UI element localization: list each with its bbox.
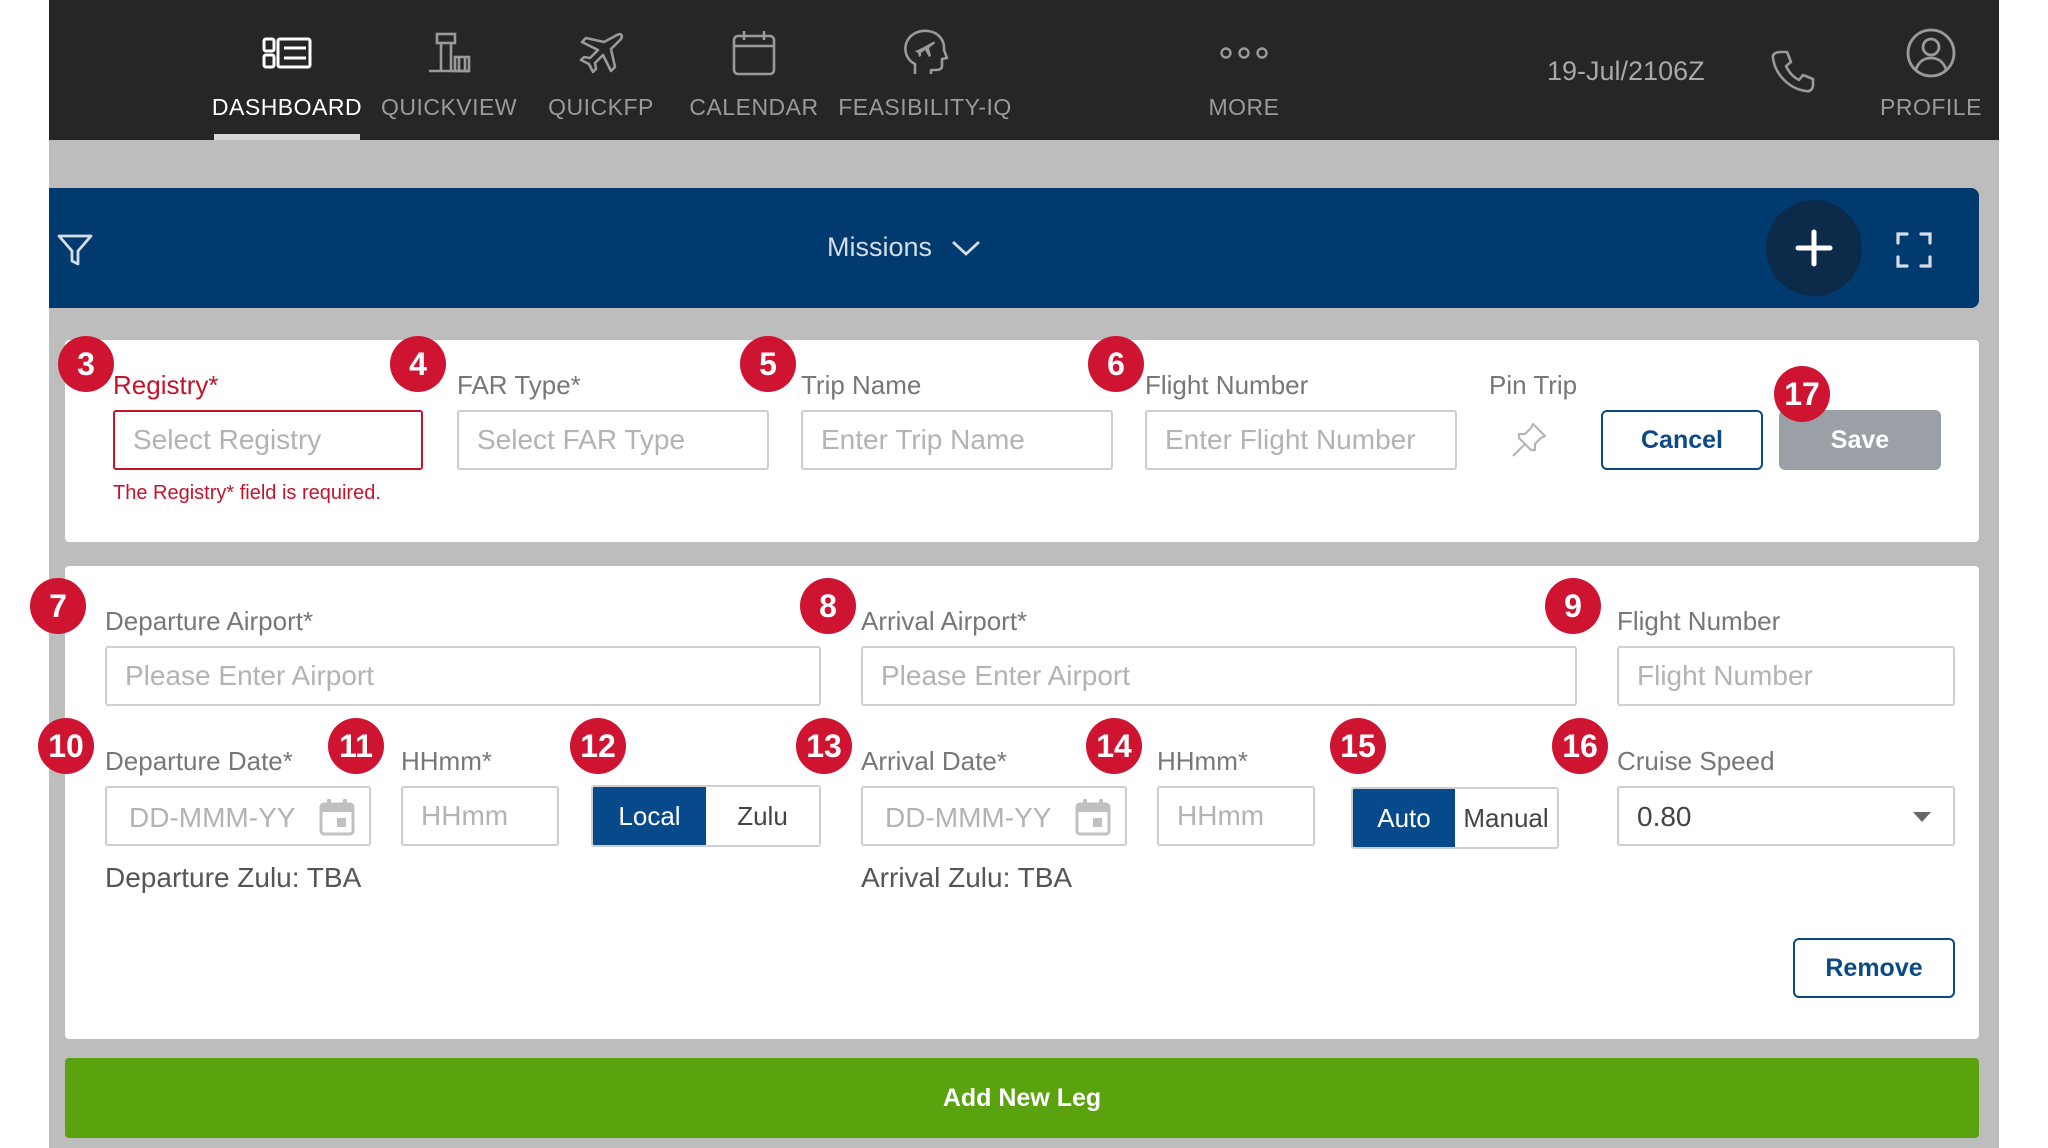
airport-tower-icon — [429, 32, 471, 73]
callout-badge: 5 — [740, 336, 796, 392]
current-datetime: 19-Jul/2106Z — [1547, 56, 1705, 86]
departure-time-input[interactable] — [401, 786, 559, 846]
arrival-date-input[interactable]: DD-MMM-YY — [861, 786, 1127, 846]
nav-quickfp[interactable]: QUICKFP — [541, 0, 661, 140]
plus-icon — [1795, 229, 1833, 267]
phone-icon[interactable] — [1767, 46, 1817, 96]
nav-profile[interactable]: PROFILE — [1871, 0, 1991, 140]
leg-panel: Departure Airport* Arrival Airport* Flig… — [65, 566, 1979, 1039]
calc-mode-auto[interactable]: Auto — [1353, 789, 1455, 847]
registry-label: Registry* — [113, 370, 219, 400]
callout-badge: 7 — [30, 578, 86, 634]
nav-feasibility-iq[interactable]: FEASIBILITY-IQ — [835, 0, 1015, 140]
nav-label: FEASIBILITY-IQ — [838, 94, 1012, 120]
callout-badge: 9 — [1545, 578, 1601, 634]
head-airplane-icon — [904, 29, 949, 74]
departure-airport-label: Departure Airport* — [105, 606, 314, 636]
nav-dashboard[interactable]: DASHBOARD — [211, 0, 363, 140]
time-mode-zulu[interactable]: Zulu — [706, 787, 819, 845]
arrival-zulu: Arrival Zulu: TBA — [861, 862, 1073, 893]
missions-title: Missions — [827, 232, 933, 262]
expand-icon[interactable] — [1894, 230, 1934, 270]
registry-error: The Registry* field is required. — [113, 482, 381, 504]
arrival-airport-label: Arrival Airport* — [861, 606, 1028, 636]
arrival-time-label: HHmm* — [1157, 746, 1248, 776]
cancel-button[interactable]: Cancel — [1601, 410, 1763, 470]
calc-mode-manual[interactable]: Manual — [1455, 789, 1557, 847]
callout-badge: 13 — [796, 718, 852, 774]
missions-bar: Missions — [49, 188, 1979, 308]
nav-label: QUICKFP — [548, 94, 654, 120]
profile-icon — [1906, 28, 1956, 78]
chevron-down-icon — [952, 240, 980, 256]
cruise-speed-select[interactable]: 0.80 — [1617, 786, 1955, 846]
callout-badge: 16 — [1552, 718, 1608, 774]
nav-more[interactable]: MORE — [1199, 0, 1289, 140]
callout-badge: 8 — [800, 578, 856, 634]
time-mode-local[interactable]: Local — [593, 787, 706, 845]
callout-badge: 14 — [1086, 718, 1142, 774]
departure-time-label: HHmm* — [401, 746, 492, 776]
calendar-picker-icon[interactable] — [319, 798, 355, 836]
arrival-airport-input[interactable] — [861, 646, 1577, 706]
trip-details-panel: Registry* The Registry* field is require… — [65, 340, 1979, 542]
arrival-date-placeholder: DD-MMM-YY — [885, 802, 1052, 833]
pin-icon[interactable] — [1509, 420, 1549, 460]
pin-trip-label: Pin Trip — [1489, 370, 1578, 400]
active-tab-indicator — [214, 134, 360, 140]
dashboard-icon — [262, 37, 312, 69]
nav-quickview[interactable]: QUICKVIEW — [379, 0, 519, 140]
registry-select[interactable] — [113, 410, 423, 470]
callout-badge: 4 — [390, 336, 446, 392]
remove-leg-button[interactable]: Remove — [1793, 938, 1955, 998]
filter-icon[interactable] — [55, 230, 95, 270]
nav-label: CALENDAR — [689, 94, 819, 120]
callout-badge: 12 — [570, 718, 626, 774]
callout-badge: 6 — [1088, 336, 1144, 392]
more-dots-icon — [1220, 47, 1268, 59]
far-type-select[interactable] — [457, 410, 769, 470]
arrival-date-label: Arrival Date* — [861, 746, 1007, 776]
callout-badge: 10 — [38, 718, 94, 774]
departure-date-input[interactable]: DD-MMM-YY — [105, 786, 371, 846]
caret-down-icon — [1913, 812, 1931, 822]
calc-mode-toggle: Auto Manual — [1351, 787, 1559, 849]
departure-zulu: Departure Zulu: TBA — [105, 862, 362, 893]
time-mode-toggle: Local Zulu — [591, 785, 821, 847]
trip-flight-number-input[interactable] — [1145, 410, 1457, 470]
departure-date-label: Departure Date* — [105, 746, 293, 776]
nav-calendar[interactable]: CALENDAR — [679, 0, 829, 140]
arrival-time-input[interactable] — [1157, 786, 1315, 846]
nav-label: QUICKVIEW — [380, 94, 518, 120]
nav-label: MORE — [1208, 94, 1280, 120]
trip-name-input[interactable] — [801, 410, 1113, 470]
top-navigation: DASHBOARD QUICKVIEW QUICKFP CALENDAR FEA… — [49, 0, 1999, 140]
callout-badge: 3 — [58, 336, 114, 392]
callout-badge: 11 — [328, 718, 384, 774]
add-new-leg-button[interactable]: Add New Leg — [65, 1058, 1979, 1138]
leg-flight-number-input[interactable] — [1617, 646, 1955, 706]
calendar-icon — [732, 31, 776, 76]
add-mission-button[interactable] — [1766, 200, 1862, 296]
far-type-label: FAR Type* — [457, 370, 581, 400]
leg-flight-number-label: Flight Number — [1617, 606, 1781, 636]
missions-dropdown[interactable]: Missions — [827, 232, 982, 263]
callout-badge: 17 — [1774, 366, 1830, 422]
nav-label: DASHBOARD — [211, 94, 363, 120]
cruise-speed-label: Cruise Speed — [1617, 746, 1775, 776]
trip-name-label: Trip Name — [801, 370, 922, 400]
app-frame: DASHBOARD QUICKVIEW QUICKFP CALENDAR FEA… — [49, 0, 1999, 1148]
nav-label: PROFILE — [1880, 94, 1982, 120]
departure-date-placeholder: DD-MMM-YY — [129, 802, 296, 833]
calendar-picker-icon[interactable] — [1075, 798, 1111, 836]
flight-number-label: Flight Number — [1145, 370, 1309, 400]
cruise-speed-value: 0.80 — [1637, 801, 1692, 832]
departure-airport-input[interactable] — [105, 646, 821, 706]
callout-badge: 15 — [1330, 718, 1386, 774]
airplane-icon — [579, 32, 624, 74]
